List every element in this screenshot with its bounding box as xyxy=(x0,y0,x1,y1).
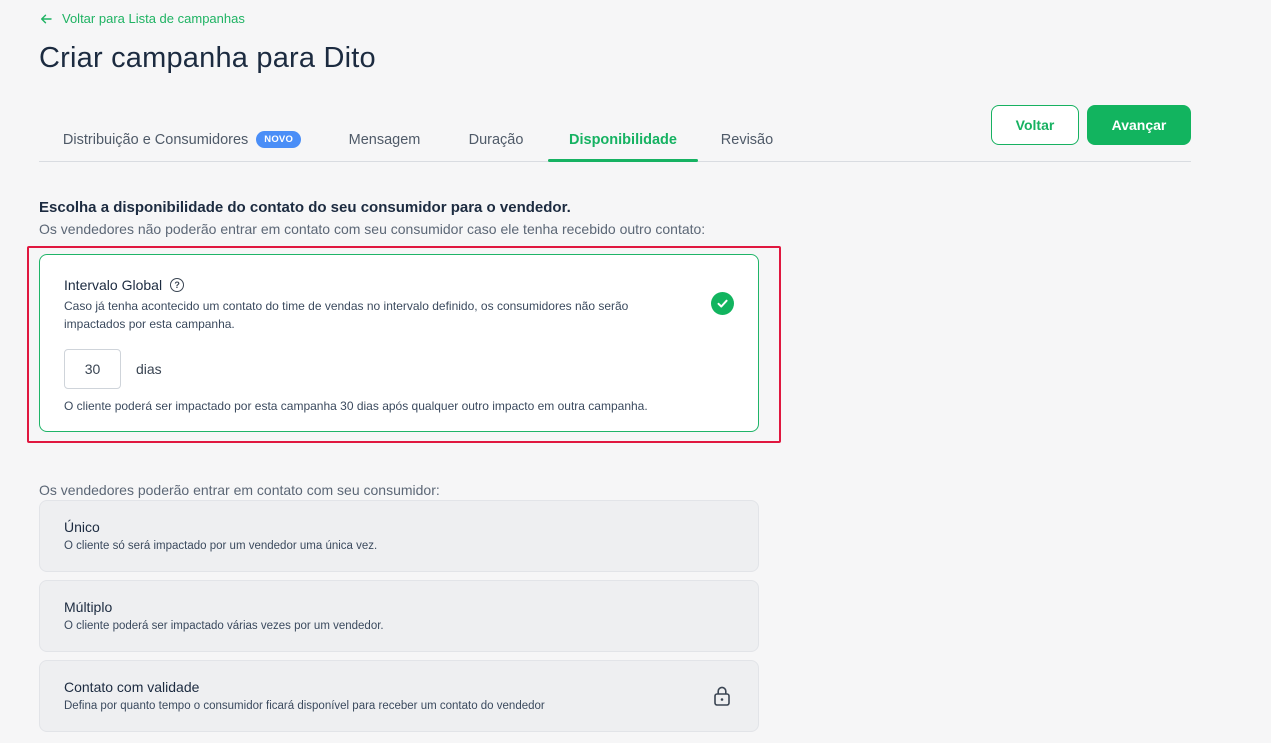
tab-revisao[interactable]: Revisão xyxy=(698,118,796,161)
page-title: Criar campanha para Dito xyxy=(39,42,376,74)
global-interval-heading: Intervalo Global ? xyxy=(64,277,185,293)
option-multiplo[interactable]: Múltiplo O cliente poderá ser impactado … xyxy=(39,580,759,652)
option-unico[interactable]: Único O cliente só será impactado por um… xyxy=(39,500,759,572)
tab-mensagem[interactable]: Mensagem xyxy=(325,118,444,161)
option-description: O cliente poderá ser impactado várias ve… xyxy=(64,620,384,632)
tab-label: Disponibilidade xyxy=(569,131,677,148)
days-input[interactable] xyxy=(64,349,121,389)
page: Voltar para Lista de campanhas Criar cam… xyxy=(0,0,1271,743)
global-interval-description: Caso já tenha acontecido um contato do t… xyxy=(64,299,629,331)
tab-label: Duração xyxy=(468,131,524,148)
option-contato-com-validade[interactable]: Contato com validade Defina por quanto t… xyxy=(39,660,759,732)
days-unit-label: dias xyxy=(136,361,162,377)
back-link-label: Voltar para Lista de campanhas xyxy=(62,11,245,26)
tab-label: Mensagem xyxy=(348,131,421,148)
global-interval-note: O cliente poderá ser impactado por esta … xyxy=(64,399,648,413)
availability-subtitle: Os vendedores não poderão entrar em cont… xyxy=(39,221,706,237)
global-interval-title: Intervalo Global xyxy=(64,277,163,293)
next-button[interactable]: Avançar xyxy=(1087,105,1191,145)
contact-options-subtitle: Os vendedores poderão entrar em contato … xyxy=(39,482,440,498)
option-title: Múltiplo xyxy=(64,599,113,615)
check-icon xyxy=(711,292,734,315)
back-button[interactable]: Voltar xyxy=(991,105,1079,145)
option-description: O cliente só será impactado por um vende… xyxy=(64,540,378,552)
tab-label: Revisão xyxy=(720,131,774,148)
tab-duracao[interactable]: Duração xyxy=(444,118,548,161)
option-description: Defina por quanto tempo o consumidor fic… xyxy=(64,700,545,712)
option-title: Único xyxy=(64,519,100,535)
tab-label: Distribuição e Consumidores xyxy=(62,131,249,148)
new-badge: NOVO xyxy=(256,131,302,148)
tab-distribuicao[interactable]: Distribuição e Consumidores NOVO xyxy=(39,118,325,161)
back-to-campaigns-link[interactable]: Voltar para Lista de campanhas xyxy=(40,11,245,26)
option-title: Contato com validade xyxy=(64,679,200,695)
availability-title: Escolha a disponibilidade do contato do … xyxy=(39,199,571,216)
arrow-left-icon xyxy=(41,14,52,23)
global-interval-card[interactable]: Intervalo Global ? Caso já tenha acontec… xyxy=(39,254,759,432)
help-icon[interactable]: ? xyxy=(170,278,185,292)
lock-icon xyxy=(714,686,730,706)
tab-disponibilidade[interactable]: Disponibilidade xyxy=(548,118,698,162)
